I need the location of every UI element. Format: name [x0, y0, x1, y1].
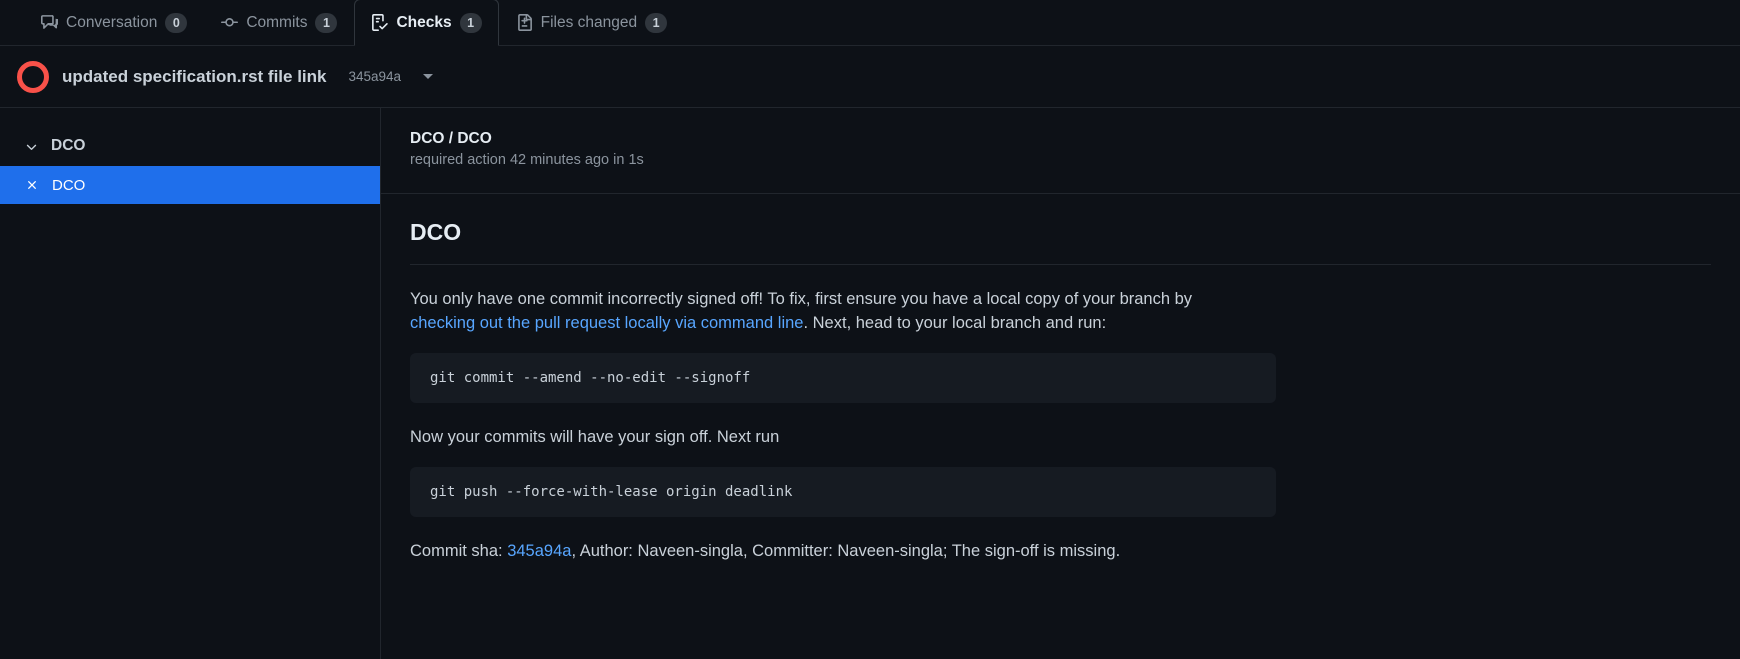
pull-request-tabnav: Conversation 0 Commits 1 Checks 1 Files …: [0, 0, 1740, 46]
sidebar-item-dco[interactable]: DCO: [0, 166, 380, 204]
tab-conversation[interactable]: Conversation 0: [24, 0, 204, 45]
checklist-icon: [371, 14, 389, 31]
tab-conversation-counter: 0: [165, 12, 188, 33]
commit-sha-link[interactable]: 345a94a: [507, 542, 571, 560]
title-divider: [410, 264, 1711, 265]
failure-circle-icon: [17, 60, 49, 93]
file-diff-icon: [516, 14, 533, 31]
paragraph-1-text-after: . Next, head to your local branch and ru…: [803, 314, 1107, 332]
x-icon: [25, 178, 39, 192]
tab-commits[interactable]: Commits 1: [204, 0, 354, 45]
commit-header: updated specification.rst file link 345a…: [0, 46, 1740, 108]
tab-conversation-label: Conversation: [66, 13, 158, 31]
checks-sidebar: DCO DCO: [0, 108, 381, 659]
check-detail-header: DCO / DCO required action 42 minutes ago…: [381, 130, 1740, 168]
paragraph-1-text-before: You only have one commit incorrectly sig…: [410, 290, 1193, 308]
code-block-amend[interactable]: git commit --amend --no-edit --signoff: [410, 353, 1276, 403]
tab-files-changed[interactable]: Files changed 1: [499, 0, 685, 45]
tab-files-changed-label: Files changed: [540, 13, 638, 31]
check-output-title: DCO: [410, 219, 462, 245]
sidebar-group-label: DCO: [51, 137, 86, 154]
tab-commits-counter: 1: [315, 12, 338, 33]
comment-discussion-icon: [41, 14, 58, 31]
code-block-push[interactable]: git push --force-with-lease origin deadl…: [410, 467, 1276, 517]
instruction-paragraph-2: Now your commits will have your sign off…: [410, 428, 780, 446]
commit-info-text-before: Commit sha:: [410, 542, 508, 560]
header-divider: [381, 193, 1740, 194]
check-run-meta: required action 42 minutes ago in 1s: [410, 152, 644, 168]
chevron-down-icon: [24, 139, 39, 154]
instruction-paragraph-1: You only have one commit incorrectly sig…: [410, 287, 1255, 335]
commit-title: updated specification.rst file link: [62, 66, 327, 86]
checks-body: DCO DCO DCO / DCO required action 42 min…: [0, 108, 1740, 659]
checkout-pr-link[interactable]: checking out the pull request locally vi…: [410, 314, 803, 332]
commit-info-text-after: , Author: Naveen-singla, Committer: Nave…: [571, 542, 1121, 560]
chevron-down-icon[interactable]: [423, 74, 434, 79]
commit-info-line: Commit sha: 345a94a, Author: Naveen-sing…: [410, 539, 1255, 563]
tab-checks-label: Checks: [396, 13, 452, 31]
check-run-name: DCO / DCO: [410, 130, 492, 147]
sidebar-item-dco-label: DCO: [52, 176, 86, 194]
sidebar-group-dco[interactable]: DCO: [0, 126, 380, 166]
tab-files-changed-counter: 1: [645, 12, 668, 33]
commit-sha[interactable]: 345a94a: [349, 69, 402, 84]
check-detail-panel: DCO / DCO required action 42 minutes ago…: [381, 108, 1740, 659]
tab-checks-counter: 1: [459, 12, 482, 33]
git-commit-icon: [221, 14, 239, 31]
tab-checks[interactable]: Checks 1: [354, 0, 499, 46]
tab-commits-label: Commits: [246, 13, 308, 31]
